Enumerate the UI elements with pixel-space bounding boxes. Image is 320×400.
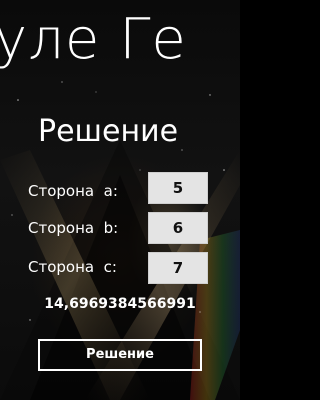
panorama-title: уле Ге: [0, 7, 187, 72]
side-a-label: Сторона a:: [28, 182, 118, 200]
side-c-label: Сторона c:: [28, 258, 117, 276]
side-a-input[interactable]: 5: [148, 172, 208, 204]
page-title: Решение: [38, 114, 179, 149]
solve-button[interactable]: Решение: [38, 339, 202, 371]
side-b-label: Сторона b:: [28, 219, 119, 237]
app-screen: уле Ге Решение Сторона a: 5 Сторона b: 6…: [0, 0, 240, 400]
result-value: 14,6969384566991: [44, 296, 196, 312]
side-b-input[interactable]: 6: [148, 212, 208, 244]
side-c-input[interactable]: 7: [148, 252, 208, 284]
